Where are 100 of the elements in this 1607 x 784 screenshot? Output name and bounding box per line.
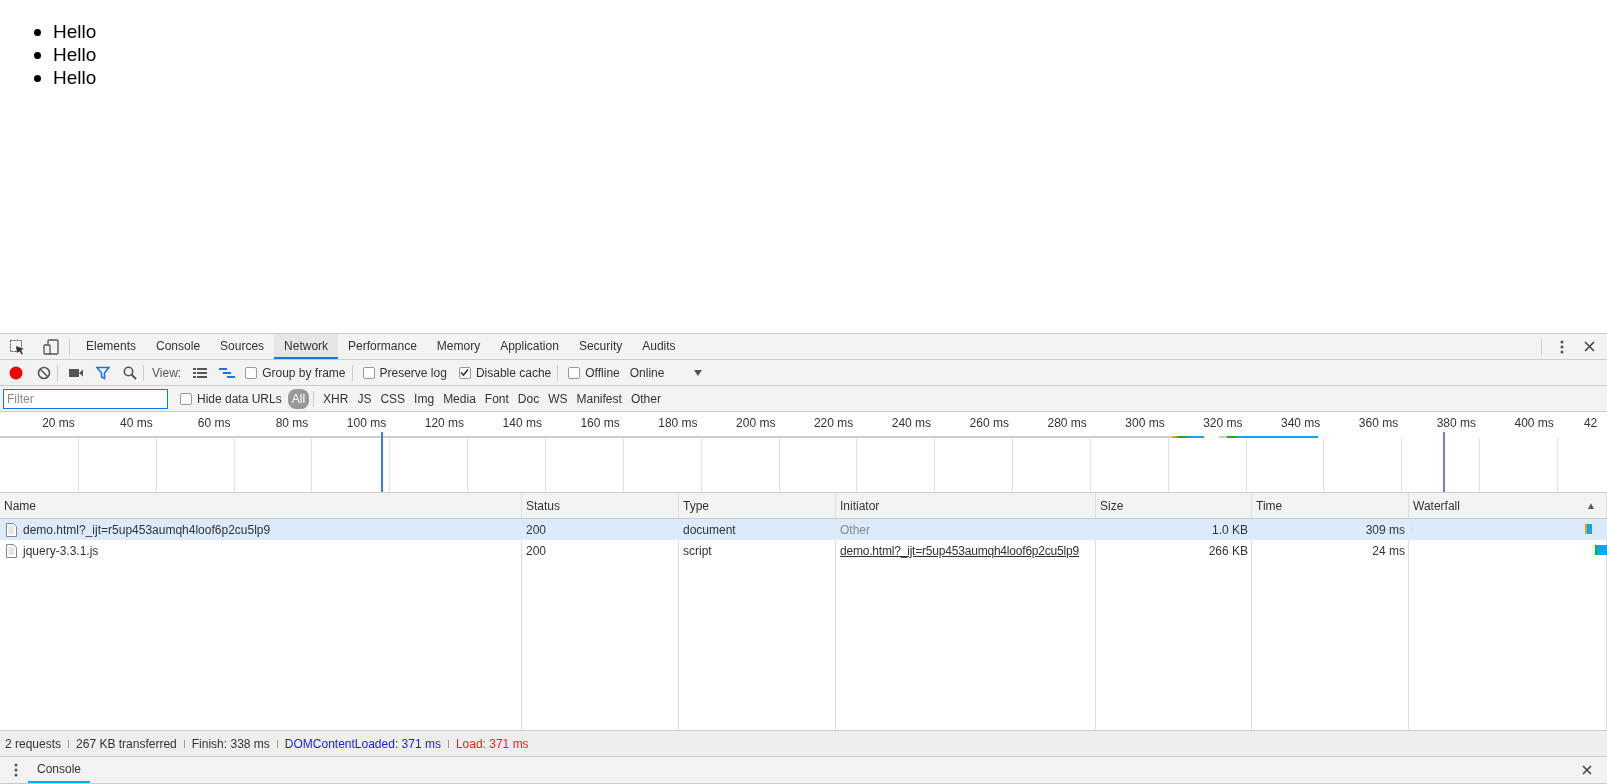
domcontentloaded-marker [381, 432, 383, 492]
time-tick-label: 120 ms [424, 415, 465, 432]
list-item-text: Hello [53, 43, 97, 68]
type-filter-button[interactable]: Font [480, 388, 513, 409]
panel-tab[interactable]: Elements [76, 334, 147, 359]
time-tick-label: 80 ms [275, 415, 309, 432]
panel-tab[interactable]: Console [146, 334, 211, 359]
table-cell-text: 200 [526, 521, 547, 539]
checkbox[interactable] [245, 366, 258, 379]
checkbox-label[interactable]: Preserve log [379, 363, 447, 382]
time-tick-label: 40 ms [120, 415, 153, 432]
device-icon[interactable] [43, 338, 59, 355]
time-tick-label: 140 ms [502, 415, 542, 432]
close-icon[interactable] [1584, 341, 1595, 352]
column-header[interactable]: Type [679, 493, 836, 518]
checkbox-label[interactable]: Group by frame [262, 363, 346, 382]
panel-tab[interactable]: Performance [338, 334, 427, 359]
time-tick-label: 300 ms [1125, 415, 1165, 432]
time-tick-label: 260 ms [969, 415, 1009, 432]
inspect-icon[interactable] [9, 338, 25, 355]
close-icon[interactable] [1582, 765, 1592, 775]
throttling-dropdown[interactable]: Online [629, 363, 703, 382]
waterfall-view-icon[interactable] [219, 367, 236, 378]
table-cell-text: Other [840, 521, 870, 539]
caret-icon [694, 369, 703, 376]
status-text: 2 requests [5, 735, 62, 753]
sort-icon: ▲ [1586, 498, 1596, 513]
column-header[interactable]: Size [1096, 493, 1252, 518]
table-cell-text: 309 ms [1365, 521, 1405, 539]
document-icon [6, 543, 17, 558]
time-tick-label: 280 ms [1047, 415, 1087, 432]
checkbox-label[interactable]: Hide data URLs [197, 389, 282, 408]
type-filter-button[interactable]: Other [626, 388, 665, 409]
list-view-icon[interactable] [193, 367, 208, 378]
type-filter-button[interactable]: JS [353, 388, 376, 409]
time-tick-label: 200 ms [736, 415, 776, 432]
filter-icon[interactable] [96, 365, 110, 380]
table-cell-text: script [683, 542, 712, 560]
bullet-icon [34, 75, 41, 82]
time-tick-label: 20 ms [42, 415, 75, 432]
filter-input[interactable]: Filter [3, 388, 168, 409]
time-tick-label: 380 ms [1436, 415, 1477, 432]
panel-tab[interactable]: Audits [632, 334, 686, 359]
column-header[interactable]: Name [0, 493, 522, 518]
column-header[interactable]: Status [522, 493, 679, 518]
video-camera-icon[interactable] [68, 366, 84, 379]
time-tick-label: 180 ms [658, 415, 698, 432]
panel-tab[interactable]: Network [274, 334, 339, 359]
initiator-link[interactable]: demo.html?_ijt=r5up453aumqh4loof6p2cu5lp9 [840, 541, 1079, 560]
more-options-icon[interactable] [14, 763, 18, 777]
view-label: View: [152, 364, 182, 382]
type-filter-button[interactable]: XHR [319, 388, 353, 409]
panel-tab[interactable]: Memory [426, 334, 491, 359]
time-tick-label: 60 ms [197, 415, 231, 432]
status-text: Finish: 338 ms [191, 735, 270, 753]
column-header[interactable]: Waterfall ▲ [1409, 493, 1607, 518]
time-tick-label: 240 ms [891, 415, 932, 432]
request-row[interactable]: demo.html?_ijt=r5up453aumqh4loof6p2cu5lp9 200 document Other 1.0 KB 309 ms [0, 519, 1607, 540]
panel-tab[interactable]: Sources [210, 334, 275, 359]
status-text: 267 KB transferred [76, 735, 177, 753]
type-filter-button[interactable]: CSS [376, 388, 410, 409]
table-cell-text: 266 KB [1208, 542, 1248, 560]
status-text: Load: 371 ms [455, 735, 529, 753]
column-header[interactable]: Initiator [836, 493, 1096, 518]
bullet-icon [34, 52, 41, 59]
checkbox[interactable] [568, 366, 581, 379]
type-filter-button[interactable]: WS [544, 388, 572, 409]
time-tick-label: 340 ms [1281, 415, 1321, 432]
type-filter-button[interactable]: Manifest [572, 388, 626, 409]
list-item-text: Hello [53, 66, 97, 91]
table-cell-text: 200 [526, 542, 547, 560]
time-tick-label: 160 ms [580, 415, 620, 432]
request-row[interactable]: jquery-3.3.1.js 200 script demo.html?_ijt=r5up453aumqh4loof6p2cu5lp9 266 KB 24 ms [0, 540, 1607, 561]
time-tick-label: 320 ms [1203, 415, 1243, 432]
panel-tab[interactable]: Security [568, 334, 633, 359]
search-icon[interactable] [123, 365, 137, 380]
load-marker [1443, 432, 1445, 492]
list-item-text: Hello [53, 20, 97, 45]
time-tick-label: 360 ms [1358, 415, 1399, 432]
time-tick-label: 220 ms [813, 415, 854, 432]
bullet-icon [34, 29, 41, 36]
more-options-icon[interactable] [1560, 339, 1564, 354]
checkbox-label[interactable]: Disable cache [475, 363, 552, 382]
column-header[interactable]: Time [1252, 493, 1409, 518]
checkbox[interactable] [180, 392, 192, 405]
time-tick-label: 100 ms [346, 415, 387, 432]
document-icon [6, 522, 17, 537]
type-filter-button[interactable]: Img [410, 388, 439, 409]
type-filter-button[interactable]: Media [439, 388, 480, 409]
clear-icon[interactable] [37, 365, 51, 380]
panel-tab[interactable]: Application [490, 334, 569, 359]
drawer-tab[interactable]: Console [28, 757, 91, 783]
checkbox-label[interactable]: Offline [585, 363, 620, 382]
checkbox[interactable] [458, 366, 471, 379]
record-icon[interactable] [9, 365, 23, 380]
table-cell-text: document [683, 521, 736, 539]
time-tick-label: 42 [1583, 415, 1598, 432]
request-name: demo.html?_ijt=r5up453aumqh4loof6p2cu5lp9 [23, 521, 271, 539]
checkbox[interactable] [362, 366, 375, 379]
type-filter-button[interactable]: Doc [513, 388, 544, 409]
